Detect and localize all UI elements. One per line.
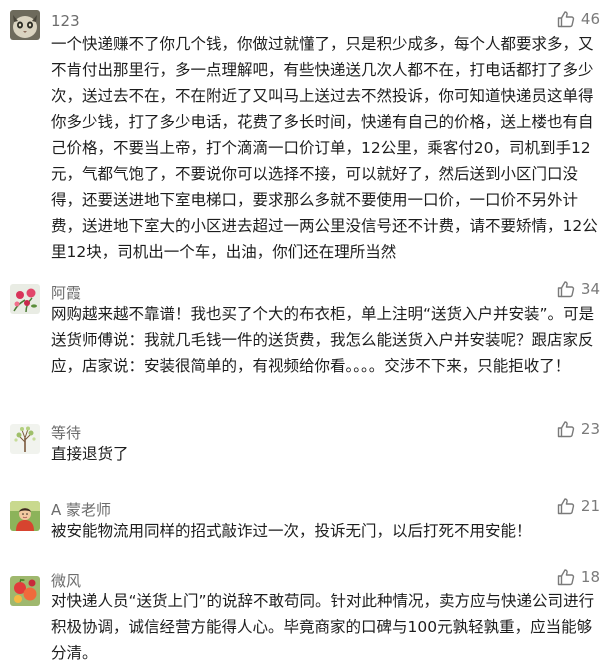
like-button[interactable]: 21 <box>557 497 600 515</box>
like-count: 46 <box>580 10 600 28</box>
fruit-avatar-icon[interactable] <box>10 576 40 606</box>
like-button[interactable]: 46 <box>557 10 600 28</box>
comment-item: A 蒙老师 21 被安能物流用同样的招式敲诈过一次，投诉无门，以后打死不用安能！ <box>0 487 614 557</box>
comment-username[interactable]: 等待 <box>51 422 81 443</box>
like-count: 34 <box>580 280 600 298</box>
comment-text: 一个快递赚不了你几个钱，你做过就懂了，只是积少成多，每个人都要求多，又不肯付出那… <box>51 35 598 261</box>
thumbs-up-icon <box>557 497 575 515</box>
like-count: 21 <box>580 497 600 515</box>
like-count: 18 <box>580 568 600 586</box>
like-button[interactable]: 23 <box>557 420 600 438</box>
like-button[interactable]: 18 <box>557 568 600 586</box>
thumbs-up-icon <box>557 10 575 28</box>
comment-item: 等待 23 直接退货了 <box>0 410 614 480</box>
thumbs-up-icon <box>557 280 575 298</box>
comment-username[interactable]: A 蒙老师 <box>51 499 111 520</box>
tree-avatar-icon[interactable] <box>10 424 40 454</box>
comment-text: 对快递人员“送货上门”的说辞不敢苟同。针对此种情况，卖方应与快递公司进行积极协调… <box>51 592 595 662</box>
comment-username[interactable]: 阿霞 <box>51 282 81 303</box>
like-count: 23 <box>580 420 600 438</box>
cat-avatar-icon[interactable] <box>10 10 40 40</box>
child-avatar-icon[interactable] <box>10 501 40 531</box>
thumbs-up-icon <box>557 568 575 586</box>
comment-username[interactable]: 123 <box>51 12 80 30</box>
comment-item: 123 46 一个快递赚不了你几个钱，你做过就懂了，只是积少成多，每个人都要求多… <box>0 0 614 270</box>
comment-text: 被安能物流用同样的招式敲诈过一次，投诉无门，以后打死不用安能！ <box>51 522 532 540</box>
like-button[interactable]: 34 <box>557 280 600 298</box>
comment-text: 网购越来越不靠谱！我也买了个大的布衣柜，单上注明“送货入户并安装”。可是送货师傅… <box>51 305 595 375</box>
comment-item: 阿霞 34 网购越来越不靠谱！我也买了个大的布衣柜，单上注明“送货入户并安装”。… <box>0 270 614 400</box>
thumbs-up-icon <box>557 420 575 438</box>
flower-avatar-icon[interactable] <box>10 284 40 314</box>
comment-text: 直接退货了 <box>51 445 129 463</box>
comment-item: 微风 18 对快递人员“送货上门”的说辞不敢苟同。针对此种情况，卖方应与快递公司… <box>0 564 614 662</box>
